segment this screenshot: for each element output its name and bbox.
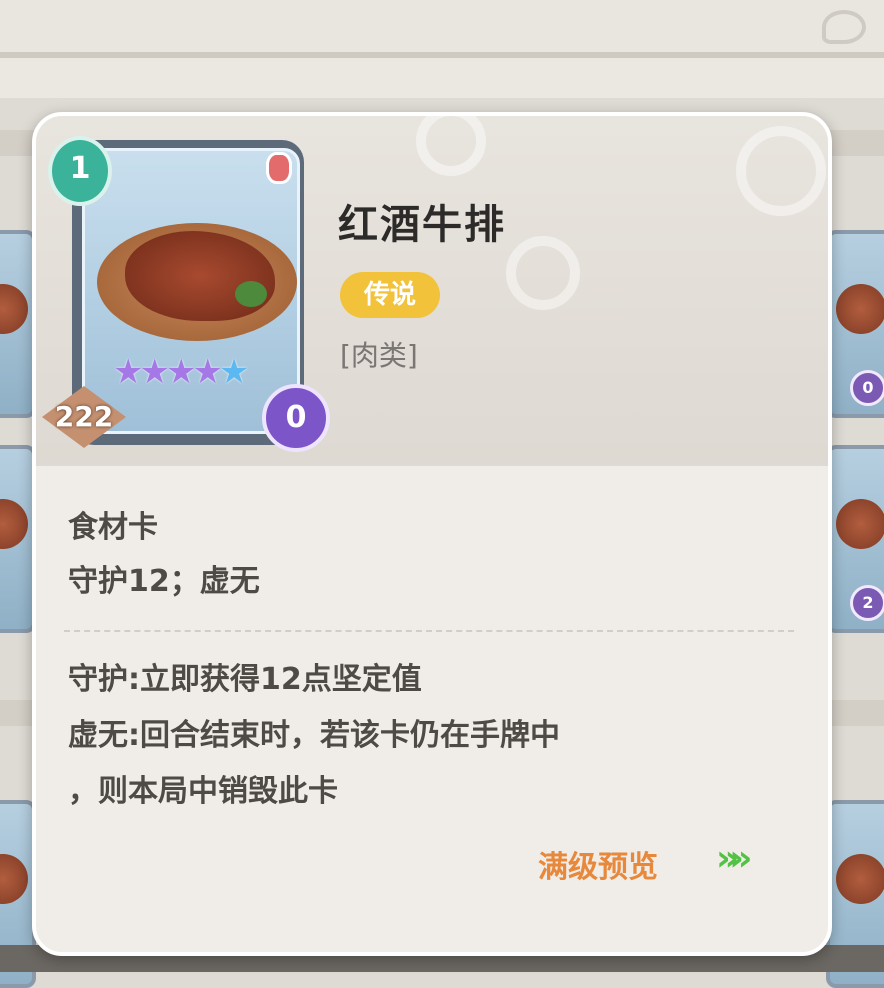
top-bar [0,0,884,58]
food-image [0,499,28,549]
garnish-image [235,281,267,307]
swirl-decoration [416,116,486,176]
card-keywords: 守护12；虚无 [68,564,260,599]
max-level-preview-button[interactable]: 满级预览 [538,842,658,886]
card-type: 食材卡 [68,510,158,545]
card-description: 守护:立即获得12点坚定值 虚无:回合结束时，若该卡仍在手牌中 ，则本局中销毁此… [68,652,788,820]
card-name: 红酒牛排 [338,202,506,248]
meat-icon [266,152,292,184]
food-image [0,854,28,904]
food-image [0,284,28,334]
card-category: [肉类] [340,339,418,372]
arrow-glyph: » [716,838,739,879]
arrow-glyph: » [729,838,752,879]
rarity-badge: 传说 [340,272,440,318]
double-chevron-right-icon[interactable]: »» [716,838,753,879]
divider [64,630,794,632]
swirl-decoration [506,236,580,310]
level-badge-icon: 1 [48,136,112,206]
stopwatch-cost-icon: 0 [262,384,330,452]
chat-bubble-icon[interactable] [822,10,866,44]
header-strip [0,58,884,98]
cost-badge: 0 [850,370,884,406]
background-card[interactable]: 0 [826,230,884,418]
star-rating: ★★★★★ [113,352,250,392]
background-card[interactable] [0,230,36,418]
food-image [836,499,884,549]
cost-badge: 2 [850,585,884,621]
card-art: ★★★★★ [82,148,300,434]
description-line: ，则本局中销毁此卡 [68,774,338,809]
background-card[interactable] [0,445,36,633]
description-line: 守护:立即获得12点坚定值 [68,662,422,697]
purple-stars: ★★★★ [113,352,223,392]
food-image [836,284,884,334]
swirl-decoration [736,126,826,216]
background-card[interactable]: 2 [826,445,884,633]
food-image [836,854,884,904]
power-value: 222 [54,400,114,433]
description-line: 虚无:回合结束时，若该卡仍在手牌中 [68,718,560,753]
blue-star: ★ [218,352,250,392]
